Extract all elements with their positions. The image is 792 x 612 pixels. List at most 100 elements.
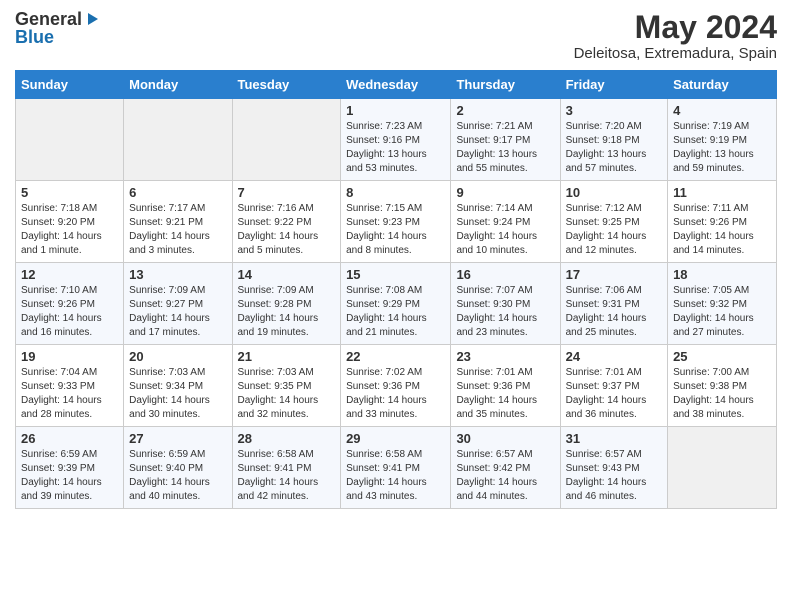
day-cell: 29 Sunrise: 6:58 AM Sunset: 9:41 PM Dayli… — [341, 427, 451, 509]
day-info: Sunrise: 6:59 AM Sunset: 9:40 PM Dayligh… — [129, 448, 226, 504]
day-info: Sunrise: 7:12 AM Sunset: 9:25 PM Dayligh… — [566, 202, 662, 258]
day-cell: 1Sunrise: 7:23 AM Sunset: 9:16 PM Daylig… — [341, 99, 451, 181]
day-cell: 8Sunrise: 7:15 AM Sunset: 9:23 PM Daylig… — [341, 181, 451, 263]
day-number: 30 — [456, 431, 554, 446]
day-number: 23 — [456, 349, 554, 364]
day-info: Sunrise: 7:23 AM Sunset: 9:16 PM Dayligh… — [346, 120, 445, 176]
day-info: Sunrise: 7:08 AM Sunset: 9:29 PM Dayligh… — [346, 284, 445, 340]
header-row: SundayMondayTuesdayWednesdayThursdayFrid… — [16, 71, 777, 99]
day-info: Sunrise: 6:59 AM Sunset: 9:39 PM Dayligh… — [21, 448, 118, 504]
day-cell: 13 Sunrise: 7:09 AM Sunset: 9:27 PM Dayli… — [124, 263, 232, 345]
day-number: 11 — [673, 185, 771, 200]
day-cell: 26Sunrise: 6:59 AM Sunset: 9:39 PM Dayli… — [16, 427, 124, 509]
logo-blue-text: Blue — [15, 28, 54, 46]
day-number: 24 — [566, 349, 662, 364]
day-number: 27 — [129, 431, 226, 446]
day-cell: 19 Sunrise: 7:04 AM Sunset: 9:33 PM Dayli… — [16, 345, 124, 427]
header-monday: Monday — [124, 71, 232, 99]
logo-flag-icon — [84, 11, 100, 27]
day-cell: 10 Sunrise: 7:12 AM Sunset: 9:25 PM Dayli… — [560, 181, 667, 263]
day-info: Sunrise: 7:02 AM Sunset: 9:36 PM Dayligh… — [346, 366, 445, 422]
month-title: May 2024 — [574, 10, 777, 45]
day-cell — [16, 99, 124, 181]
day-number: 19 — [21, 349, 118, 364]
day-cell: 15 Sunrise: 7:08 AM Sunset: 9:29 PM Dayli… — [341, 263, 451, 345]
day-info: Sunrise: 6:57 AM Sunset: 9:43 PM Dayligh… — [566, 448, 662, 504]
day-number: 21 — [238, 349, 336, 364]
day-cell: 6Sunrise: 7:17 AM Sunset: 9:21 PM Daylig… — [124, 181, 232, 263]
week-row-5: 26Sunrise: 6:59 AM Sunset: 9:39 PM Dayli… — [16, 427, 777, 509]
day-info: Sunrise: 7:07 AM Sunset: 9:30 PM Dayligh… — [456, 284, 554, 340]
day-number: 3 — [566, 103, 662, 118]
day-info: Sunrise: 7:10 AM Sunset: 9:26 PM Dayligh… — [21, 284, 118, 340]
day-number: 14 — [238, 267, 336, 282]
day-number: 20 — [129, 349, 226, 364]
day-number: 15 — [346, 267, 445, 282]
day-cell: 30Sunrise: 6:57 AM Sunset: 9:42 PM Dayli… — [451, 427, 560, 509]
day-cell: 24 Sunrise: 7:01 AM Sunset: 9:37 PM Dayli… — [560, 345, 667, 427]
day-cell: 27 Sunrise: 6:59 AM Sunset: 9:40 PM Dayli… — [124, 427, 232, 509]
day-cell: 7Sunrise: 7:16 AM Sunset: 9:22 PM Daylig… — [232, 181, 341, 263]
week-row-2: 5Sunrise: 7:18 AM Sunset: 9:20 PM Daylig… — [16, 181, 777, 263]
day-info: Sunrise: 7:20 AM Sunset: 9:18 PM Dayligh… — [566, 120, 662, 176]
day-info: Sunrise: 7:18 AM Sunset: 9:20 PM Dayligh… — [21, 202, 118, 258]
logo-general-text: General — [15, 10, 82, 28]
day-number: 16 — [456, 267, 554, 282]
day-cell: 9Sunrise: 7:14 AM Sunset: 9:24 PM Daylig… — [451, 181, 560, 263]
day-cell: 3 Sunrise: 7:20 AM Sunset: 9:18 PM Daylig… — [560, 99, 667, 181]
day-cell: 23 Sunrise: 7:01 AM Sunset: 9:36 PM Dayli… — [451, 345, 560, 427]
day-number: 17 — [566, 267, 662, 282]
page-header: General Blue May 2024 Deleitosa, Extrema… — [15, 10, 777, 62]
day-cell: 31 Sunrise: 6:57 AM Sunset: 9:43 PM Dayli… — [560, 427, 667, 509]
day-cell: 21 Sunrise: 7:03 AM Sunset: 9:35 PM Dayli… — [232, 345, 341, 427]
day-info: Sunrise: 7:04 AM Sunset: 9:33 PM Dayligh… — [21, 366, 118, 422]
logo: General Blue — [15, 10, 100, 46]
day-number: 12 — [21, 267, 118, 282]
day-number: 18 — [673, 267, 771, 282]
day-number: 9 — [456, 185, 554, 200]
day-info: Sunrise: 7:15 AM Sunset: 9:23 PM Dayligh… — [346, 202, 445, 258]
day-cell: 25Sunrise: 7:00 AM Sunset: 9:38 PM Dayli… — [668, 345, 777, 427]
day-number: 31 — [566, 431, 662, 446]
day-cell — [232, 99, 341, 181]
day-number: 2 — [456, 103, 554, 118]
day-cell: 22 Sunrise: 7:02 AM Sunset: 9:36 PM Dayli… — [341, 345, 451, 427]
day-number: 28 — [238, 431, 336, 446]
day-cell: 16 Sunrise: 7:07 AM Sunset: 9:30 PM Dayli… — [451, 263, 560, 345]
location-title: Deleitosa, Extremadura, Spain — [574, 45, 777, 62]
day-info: Sunrise: 7:00 AM Sunset: 9:38 PM Dayligh… — [673, 366, 771, 422]
header-friday: Friday — [560, 71, 667, 99]
week-row-1: 1Sunrise: 7:23 AM Sunset: 9:16 PM Daylig… — [16, 99, 777, 181]
day-info: Sunrise: 7:03 AM Sunset: 9:34 PM Dayligh… — [129, 366, 226, 422]
day-cell — [668, 427, 777, 509]
header-tuesday: Tuesday — [232, 71, 341, 99]
day-number: 4 — [673, 103, 771, 118]
week-row-4: 19 Sunrise: 7:04 AM Sunset: 9:33 PM Dayli… — [16, 345, 777, 427]
day-cell — [124, 99, 232, 181]
day-info: Sunrise: 7:03 AM Sunset: 9:35 PM Dayligh… — [238, 366, 336, 422]
header-sunday: Sunday — [16, 71, 124, 99]
day-number: 22 — [346, 349, 445, 364]
day-info: Sunrise: 6:58 AM Sunset: 9:41 PM Dayligh… — [238, 448, 336, 504]
day-info: Sunrise: 7:01 AM Sunset: 9:37 PM Dayligh… — [566, 366, 662, 422]
day-number: 29 — [346, 431, 445, 446]
day-info: Sunrise: 7:06 AM Sunset: 9:31 PM Dayligh… — [566, 284, 662, 340]
day-cell: 28 Sunrise: 6:58 AM Sunset: 9:41 PM Dayli… — [232, 427, 341, 509]
week-row-3: 12 Sunrise: 7:10 AM Sunset: 9:26 PM Dayli… — [16, 263, 777, 345]
day-info: Sunrise: 7:17 AM Sunset: 9:21 PM Dayligh… — [129, 202, 226, 258]
day-info: Sunrise: 7:09 AM Sunset: 9:27 PM Dayligh… — [129, 284, 226, 340]
day-info: Sunrise: 7:01 AM Sunset: 9:36 PM Dayligh… — [456, 366, 554, 422]
day-cell: 18 Sunrise: 7:05 AM Sunset: 9:32 PM Dayli… — [668, 263, 777, 345]
day-info: Sunrise: 7:11 AM Sunset: 9:26 PM Dayligh… — [673, 202, 771, 258]
day-cell: 17 Sunrise: 7:06 AM Sunset: 9:31 PM Dayli… — [560, 263, 667, 345]
day-info: Sunrise: 6:58 AM Sunset: 9:41 PM Dayligh… — [346, 448, 445, 504]
day-cell: 14Sunrise: 7:09 AM Sunset: 9:28 PM Dayli… — [232, 263, 341, 345]
calendar-table: SundayMondayTuesdayWednesdayThursdayFrid… — [15, 70, 777, 509]
day-number: 10 — [566, 185, 662, 200]
day-cell: 4Sunrise: 7:19 AM Sunset: 9:19 PM Daylig… — [668, 99, 777, 181]
day-number: 13 — [129, 267, 226, 282]
header-thursday: Thursday — [451, 71, 560, 99]
day-cell: 20 Sunrise: 7:03 AM Sunset: 9:34 PM Dayli… — [124, 345, 232, 427]
day-cell: 12 Sunrise: 7:10 AM Sunset: 9:26 PM Dayli… — [16, 263, 124, 345]
day-info: Sunrise: 7:05 AM Sunset: 9:32 PM Dayligh… — [673, 284, 771, 340]
